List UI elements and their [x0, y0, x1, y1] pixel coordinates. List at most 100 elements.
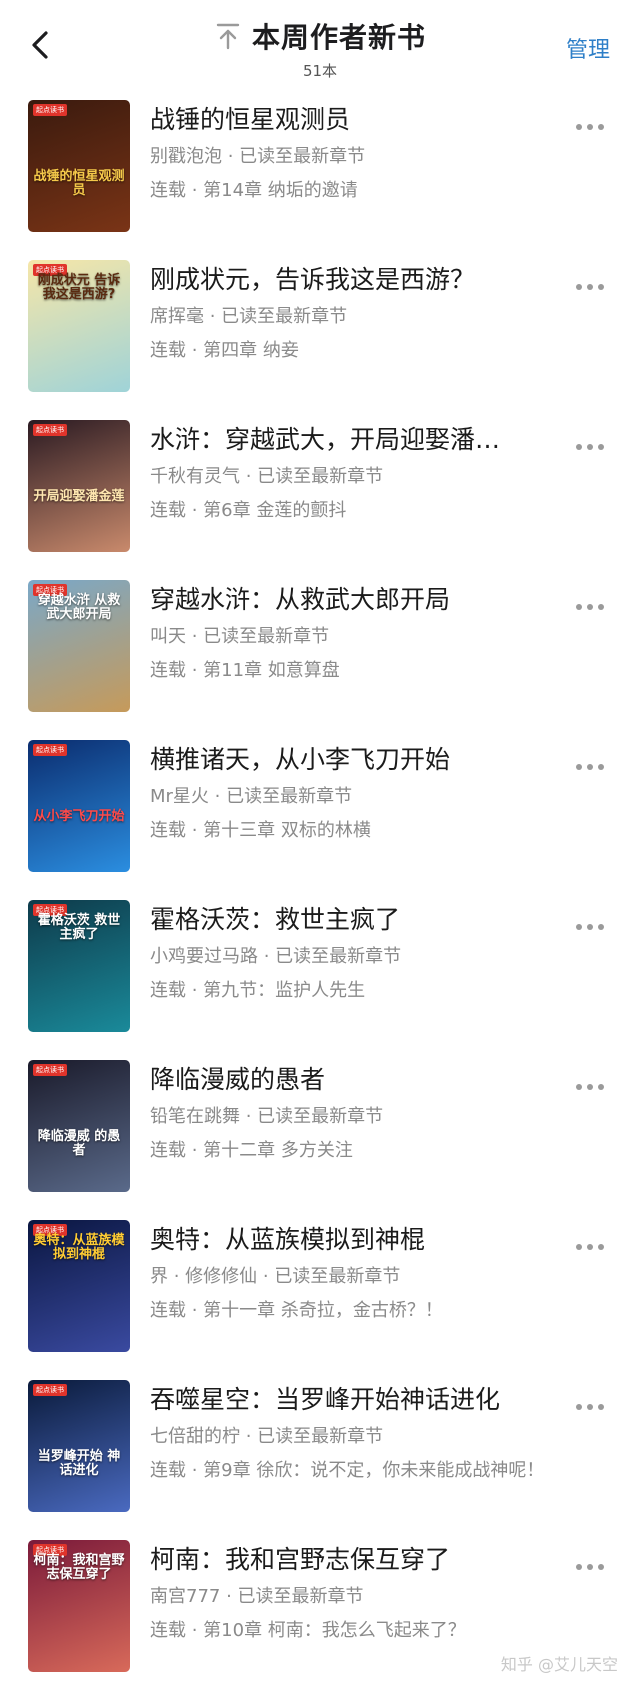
- more-options-icon[interactable]: [576, 920, 610, 934]
- book-cover[interactable]: 起点读书 奥特：从蓝族模拟到神棍: [28, 1220, 130, 1352]
- more-dot: [587, 604, 593, 610]
- more-options-icon[interactable]: [576, 1240, 610, 1254]
- more-dot: [587, 1244, 593, 1250]
- book-title: 奥特：从蓝族模拟到神棍: [150, 1225, 426, 1254]
- book-item[interactable]: 起点读书 穿越水浒 从救武大郎开局 穿越水浒：从救武大郎开局 叫天 · 已读至最新章节…: [0, 572, 640, 732]
- book-item[interactable]: 起点读书 刚成状元 告诉我这是西游? 刚成状元，告诉我这是西游？ 席挥毫 · 已读至最…: [0, 252, 640, 412]
- book-item[interactable]: 起点读书 从小李飞刀开始 横推诸天，从小李飞刀开始 Mr星火 · 已读至最新章节 连载 …: [0, 732, 640, 892]
- book-author-status: 席挥毫 · 已读至最新章节: [150, 306, 348, 327]
- book-item[interactable]: 起点读书 战锤的恒星观测员 战锤的恒星观测员 别戳泡泡 · 已读至最新章节 连载 · 第…: [0, 92, 640, 252]
- book-cover[interactable]: 起点读书战锤的恒星观测员: [28, 100, 130, 232]
- cover-title: 降临漫威 的愚者: [37, 1129, 121, 1158]
- book-cover[interactable]: 起点读书 当罗峰开始 神话进化: [28, 1380, 130, 1512]
- more-dot: [598, 924, 604, 930]
- title-block: 本周作者新书 51本: [0, 16, 640, 81]
- more-options-icon[interactable]: [576, 1080, 610, 1094]
- book-author-status: 七倍甜的柠 · 已读至最新章节: [150, 1426, 384, 1447]
- more-dot: [576, 124, 582, 130]
- book-author-status: 叫天 · 已读至最新章节: [150, 626, 330, 647]
- book-title: 霍格沃茨：救世主疯了: [150, 905, 401, 934]
- book-cover[interactable]: 起点读书 柯南：我和宫野 志保互穿了: [28, 1540, 130, 1672]
- cover-title: 战锤的恒星观测员: [33, 169, 125, 198]
- more-dot: [598, 1404, 604, 1410]
- book-title: 柯南：我和宫野志保互穿了: [150, 1545, 451, 1574]
- more-dot: [587, 764, 593, 770]
- top-bar: 本周作者新书 51本 管理: [0, 0, 640, 90]
- book-info[interactable]: 刚成状元，告诉我这是西游？ 席挥毫 · 已读至最新章节 连载 · 第四章 纳妾: [150, 262, 560, 364]
- cover-title: 霍格沃茨 救世主疯了: [37, 913, 121, 942]
- book-title: 吞噬星空：当罗峰开始神话进化: [150, 1385, 501, 1414]
- book-cover[interactable]: 起点读书 刚成状元 告诉我这是西游?: [28, 260, 130, 392]
- book-info[interactable]: 柯南：我和宫野志保互穿了 南宫777 · 已读至最新章节 连载 · 第10章 柯南：…: [150, 1542, 560, 1644]
- book-title: 战锤的恒星观测员: [150, 105, 351, 134]
- more-dot: [587, 1404, 593, 1410]
- watermark: 知乎 @艾儿天空: [500, 1655, 618, 1674]
- cover-title: 穿越水浒 从救武大郎开局: [37, 593, 121, 622]
- more-dot: [598, 284, 604, 290]
- more-dot: [576, 284, 582, 290]
- book-cover[interactable]: 起点读书 穿越水浒 从救武大郎开局: [28, 580, 130, 712]
- book-latest-chapter: 连载 · 第6章 金莲的颤抖: [150, 500, 347, 521]
- book-cover[interactable]: 起点读书 霍格沃茨 救世主疯了: [28, 900, 130, 1032]
- book-list: 起点读书 战锤的恒星观测员 战锤的恒星观测员 别戳泡泡 · 已读至最新章节 连载 · 第…: [0, 92, 640, 1685]
- book-author-status: 南宫777 · 已读至最新章节: [150, 1586, 364, 1607]
- more-options-icon[interactable]: [576, 120, 610, 134]
- more-options-icon[interactable]: [576, 600, 610, 614]
- book-item[interactable]: 起点读书 降临漫威 的愚者 降临漫威的愚者 铅笔在跳舞 · 已读至最新章节 连载 · 第…: [0, 1052, 640, 1212]
- book-item[interactable]: 起点读书 开局迎娶潘金莲 水浒：穿越武大，开局迎娶潘… 千秋有灵气 · 已读至最新章节…: [0, 412, 640, 572]
- cover-title: 柯南：我和宫野 志保互穿了: [33, 1553, 125, 1582]
- more-dot: [576, 604, 582, 610]
- book-info[interactable]: 降临漫威的愚者 铅笔在跳舞 · 已读至最新章节 连载 · 第十二章 多方关注: [150, 1062, 560, 1164]
- book-cover[interactable]: 起点读书 降临漫威 的愚者: [28, 1060, 130, 1192]
- book-item[interactable]: 起点读书 奥特：从蓝族模拟到神棍 奥特：从蓝族模拟到神棍界 · 修修修仙 · 已读至…: [0, 1212, 640, 1372]
- book-latest-chapter: 连载 · 第九节：监护人先生: [150, 980, 366, 1001]
- book-info[interactable]: 霍格沃茨：救世主疯了 小鸡要过马路 · 已读至最新章节 连载 · 第九节：监护人先生: [150, 902, 560, 1004]
- more-dot: [598, 1084, 604, 1090]
- more-options-icon[interactable]: [576, 1560, 610, 1574]
- more-dot: [587, 284, 593, 290]
- more-dot: [598, 124, 604, 130]
- book-item[interactable]: 起点读书 霍格沃茨 救世主疯了 霍格沃茨：救世主疯了 小鸡要过马路 · 已读至最新章节…: [0, 892, 640, 1052]
- more-dot: [576, 444, 582, 450]
- book-info[interactable]: 奥特：从蓝族模拟到神棍界 · 修修修仙 · 已读至最新章节 连载 · 第十一章 杀…: [150, 1222, 560, 1324]
- more-options-icon[interactable]: [576, 440, 610, 454]
- more-dot: [587, 1564, 593, 1570]
- book-info[interactable]: 吞噬星空：当罗峰开始神话进化七倍甜的柠 · 已读至最新章节连载 · 第9章 徐欣…: [150, 1382, 560, 1484]
- more-dot: [587, 444, 593, 450]
- book-info[interactable]: 穿越水浒：从救武大郎开局 叫天 · 已读至最新章节 连载 · 第11章 如意算盘: [150, 582, 560, 684]
- book-latest-chapter: 连载 · 第14章 纳垢的邀请: [150, 180, 358, 201]
- more-options-icon[interactable]: [576, 280, 610, 294]
- book-latest-chapter: 连载 · 第四章 纳妾: [150, 340, 299, 361]
- more-options-icon[interactable]: [576, 760, 610, 774]
- cover-title: 开局迎娶潘金莲: [33, 489, 125, 504]
- book-info[interactable]: 水浒：穿越武大，开局迎娶潘… 千秋有灵气 · 已读至最新章节 连载 · 第6章 金莲…: [150, 422, 560, 524]
- book-latest-chapter: 连载 · 第9章 徐欣：说不定，你未来能成战神呢！: [150, 1460, 545, 1481]
- book-title: 水浒：穿越武大，开局迎娶潘…: [150, 425, 501, 454]
- book-info[interactable]: 战锤的恒星观测员别戳泡泡 · 已读至最新章节 连载 · 第14章 纳垢的邀请: [150, 102, 560, 204]
- more-dot: [576, 764, 582, 770]
- book-author-status: Mr星火 · 已读至最新章节: [150, 786, 353, 807]
- book-author-status: 别戳泡泡 · 已读至最新章节: [150, 146, 366, 167]
- more-dot: [587, 124, 593, 130]
- book-count: 51本: [302, 62, 338, 80]
- more-options-icon[interactable]: [576, 1400, 610, 1414]
- book-latest-chapter: 连载 · 第十三章 双标的林横: [150, 820, 371, 841]
- more-dot: [598, 444, 604, 450]
- cover-title: 奥特：从蓝族模拟到神棍: [33, 1233, 125, 1262]
- book-info[interactable]: 横推诸天，从小李飞刀开始 Mr星火 · 已读至最新章节 连载 · 第十三章 双标的林…: [150, 742, 560, 844]
- scroll-to-top-icon[interactable]: [214, 21, 242, 51]
- book-author-status: 铅笔在跳舞 · 已读至最新章节: [150, 1106, 384, 1127]
- more-dot: [587, 924, 593, 930]
- more-dot: [576, 924, 582, 930]
- more-dot: [598, 1564, 604, 1570]
- book-title: 刚成状元，告诉我这是西游？: [150, 265, 476, 294]
- publisher-badge: 起点读书: [33, 744, 67, 756]
- page-title: 本周作者新书: [251, 21, 426, 54]
- manage-button[interactable]: 管理: [566, 32, 610, 64]
- book-item[interactable]: 起点读书 当罗峰开始 神话进化 吞噬星空：当罗峰开始神话进化七倍甜的柠 · 已读至最…: [0, 1372, 640, 1532]
- book-cover[interactable]: 起点读书 开局迎娶潘金莲: [28, 420, 130, 552]
- book-author-status: 界 · 修修修仙 · 已读至最新章节: [150, 1266, 401, 1287]
- more-dot: [587, 1084, 593, 1090]
- publisher-badge: 起点读书: [33, 104, 67, 116]
- book-cover[interactable]: 起点读书 从小李飞刀开始: [28, 740, 130, 872]
